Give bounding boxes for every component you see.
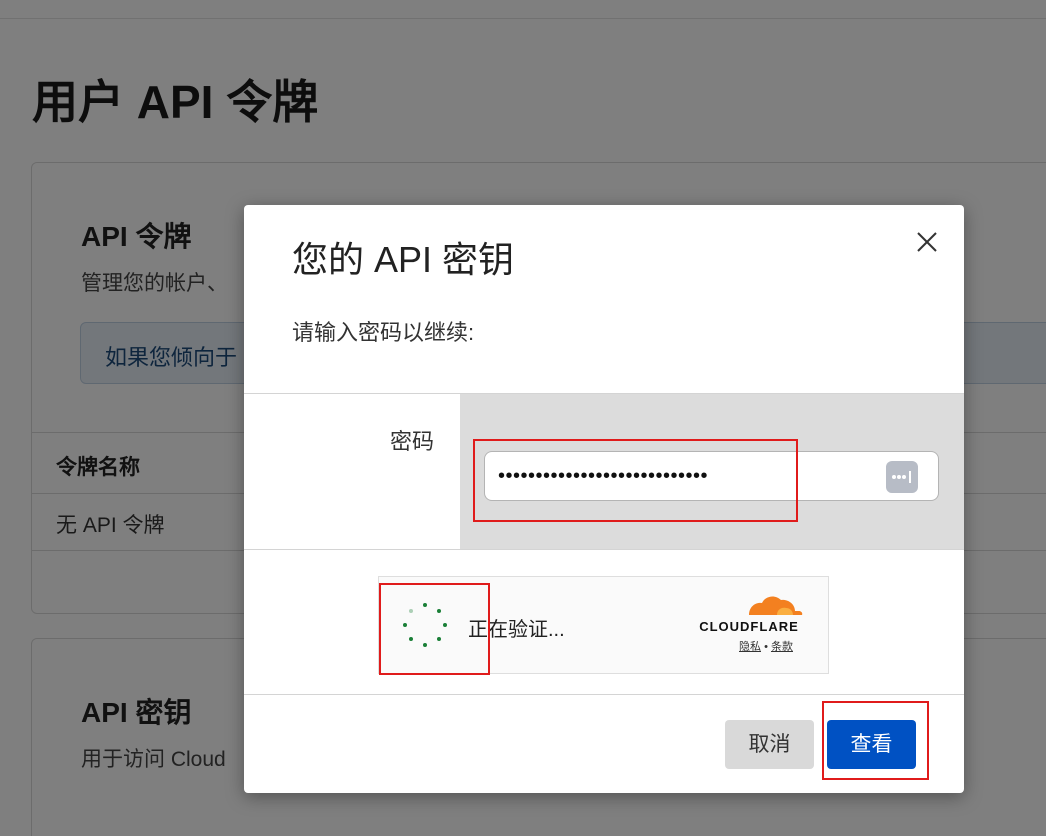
cloudflare-brand: CLOUDFLARE (699, 619, 799, 633)
link-separator: • (764, 641, 768, 653)
cloudflare-logo: CLOUDFLARE (699, 596, 803, 633)
terms-link[interactable]: 条款 (771, 641, 793, 653)
close-icon (917, 232, 937, 252)
captcha-area: 正在验证... CLOUDFLARE 隐私 • 条款 (244, 550, 964, 695)
highlight-view-button (822, 701, 929, 780)
modal-prompt: 请输入密码以继续: (292, 320, 475, 345)
page-root: 用户 API 令牌 API 令牌 管理您的帐户、 如果您倾向于 令牌名称 无 A… (0, 0, 1046, 836)
highlight-captcha-spinner (379, 583, 490, 675)
cloudflare-links: 隐私 • 条款 (739, 638, 793, 654)
modal-title: 您的 API 密钥 (292, 239, 515, 280)
password-label: 密码 (390, 429, 435, 454)
close-button[interactable] (912, 227, 942, 257)
highlight-password-input (473, 439, 798, 522)
privacy-link[interactable]: 隐私 (739, 641, 761, 653)
password-dots-icon (892, 471, 911, 483)
password-manager-icon[interactable] (886, 461, 918, 493)
cancel-button[interactable]: 取消 (725, 720, 814, 769)
